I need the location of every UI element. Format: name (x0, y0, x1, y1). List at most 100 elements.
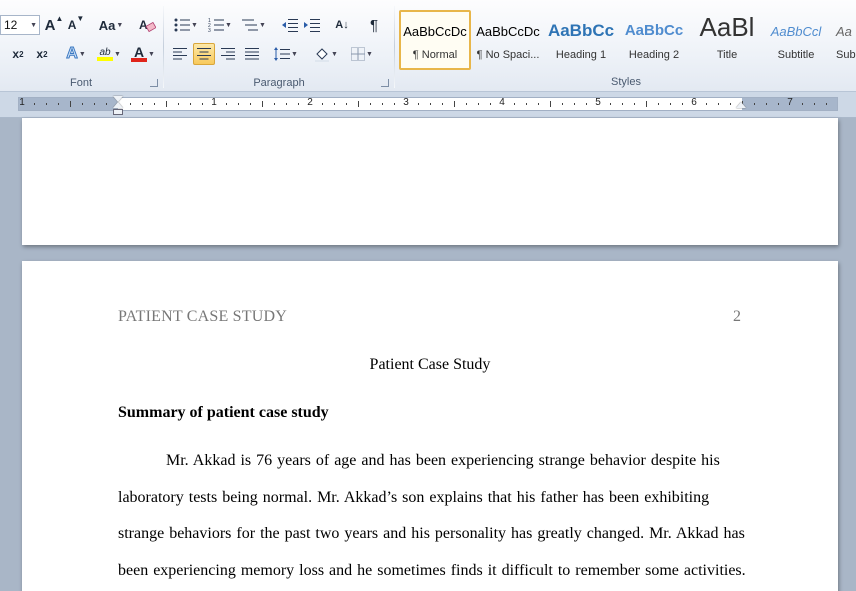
style-heading-1[interactable]: AaBbCc Heading 1 (545, 10, 617, 70)
right-indent-marker[interactable] (736, 102, 746, 108)
justify-button[interactable] (241, 43, 263, 65)
style-preview: AaBbCc (547, 21, 615, 40)
ruler-tick (166, 101, 167, 107)
center-align-button[interactable] (193, 43, 215, 65)
multilevel-list-button[interactable]: ▼ (239, 14, 269, 36)
style-heading-2[interactable]: AaBbCc Heading 2 (618, 10, 690, 70)
ruler-tick (550, 101, 551, 107)
decrease-indent-button[interactable] (279, 14, 301, 36)
ruler-tick (358, 101, 359, 107)
pilcrow-icon: ¶ (369, 16, 379, 34)
highlight-button[interactable]: ab ▼ (94, 43, 124, 65)
bullets-button[interactable]: ▼ (171, 14, 201, 36)
shrink-font-icon: A (67, 18, 77, 32)
ruler-tick (586, 103, 587, 105)
shrink-font-button[interactable]: A ▼ (66, 14, 86, 36)
sort-button[interactable]: A↓ (331, 14, 353, 36)
style-name: Sub (836, 49, 856, 61)
ruler-number: 1 (19, 97, 25, 108)
style-normal[interactable]: AaBbCcDc ¶ Normal (399, 10, 471, 70)
superscript-button[interactable]: x2 (32, 43, 52, 65)
subscript-button[interactable]: x2 (8, 43, 28, 65)
align-left-button[interactable] (169, 43, 191, 65)
ruler-tick (490, 103, 491, 105)
ruler-tick (718, 103, 719, 105)
highlight-icon: ab (99, 46, 111, 58)
align-left-icon (173, 48, 187, 60)
sort-icon: A↓ (335, 19, 349, 31)
font-dialog-launcher-icon[interactable] (150, 79, 158, 87)
ruler-tick (190, 103, 191, 105)
borders-icon (351, 47, 366, 61)
styles-gallery: AaBbCcDc ¶ Normal AaBbCcDc ¶ No Spaci...… (398, 10, 856, 70)
previous-page[interactable] (22, 118, 838, 245)
ruler-tick (34, 103, 35, 105)
ruler-tick (730, 103, 731, 105)
ruler-tick (178, 103, 179, 105)
style-name: Heading 2 (628, 49, 680, 61)
change-case-icon: Aa (98, 17, 116, 33)
ruler-tick (526, 103, 527, 105)
ruler-tick (658, 103, 659, 105)
ruler-number: 6 (691, 97, 697, 108)
highlight-color-bar (97, 56, 114, 61)
running-head: PATIENT CASE STUDY (118, 308, 287, 325)
text-effects-button[interactable]: A ▼ (62, 43, 90, 65)
grow-font-button[interactable]: A ▲ (44, 14, 64, 36)
font-size-box[interactable]: 12 ▼ (0, 15, 40, 35)
style-subtle-emphasis[interactable]: Aa Sub (832, 10, 856, 70)
ruler-number: 3 (403, 97, 409, 108)
style-no-spacing[interactable]: AaBbCcDc ¶ No Spaci... (472, 10, 544, 70)
horizontal-ruler[interactable]: 1 1 2 3 4 5 6 7 (18, 97, 838, 111)
document-page[interactable]: PATIENT CASE STUDY 2 Patient Case Study … (22, 261, 838, 591)
borders-button[interactable]: ▼ (347, 43, 377, 65)
numbering-icon: 123 (208, 18, 225, 32)
ruler-tick (106, 103, 107, 105)
ruler-tick (466, 103, 467, 105)
align-right-button[interactable] (217, 43, 239, 65)
group-divider (163, 6, 164, 88)
style-name: Title (716, 49, 738, 61)
increase-indent-icon (304, 19, 320, 32)
grow-font-icon: A (44, 16, 56, 34)
show-formatting-marks-button[interactable]: ¶ (363, 14, 385, 36)
style-title[interactable]: AaBl Title (691, 10, 763, 70)
left-indent-box[interactable] (113, 109, 123, 115)
shading-button[interactable]: ▼ (311, 43, 341, 65)
chevron-down-icon[interactable]: ▼ (30, 22, 37, 29)
ruler-tick (154, 103, 155, 105)
align-center-icon (197, 48, 211, 60)
ruler-tick (238, 103, 239, 105)
ruler-tick (298, 103, 299, 105)
hanging-indent-marker[interactable] (113, 102, 123, 108)
style-subtitle[interactable]: AaBbCcl Subtitle (760, 10, 832, 70)
ruler-tick (814, 103, 815, 105)
ruler-tick (478, 103, 479, 105)
paragraph-line: been experiencing memory loss and he som… (118, 562, 746, 579)
font-color-button[interactable]: A ▼ (128, 43, 158, 65)
ruler-tick (430, 103, 431, 105)
ruler-tick (202, 103, 203, 105)
increase-indent-button[interactable] (301, 14, 323, 36)
ruler-tick (754, 103, 755, 105)
ruler-tick (82, 103, 83, 105)
line-spacing-button[interactable]: ▼ (271, 43, 301, 65)
style-preview: AaBbCcDc (476, 24, 540, 39)
style-name: ¶ No Spaci... (476, 49, 540, 61)
text-effects-icon: A (66, 45, 79, 63)
font-color-icon: A (133, 44, 145, 60)
ruler-tick (538, 103, 539, 105)
styles-group-label: Styles (611, 76, 641, 88)
style-preview: Aa (836, 24, 852, 39)
change-case-button[interactable]: Aa ▼ (96, 14, 126, 36)
clear-formatting-button[interactable]: A (136, 14, 158, 36)
ruler-tick (574, 103, 575, 105)
style-preview: AaBbCcDc (403, 24, 467, 39)
numbering-button[interactable]: 1 2 3 ▼ (205, 14, 235, 36)
decrease-indent-icon (282, 19, 298, 32)
subscript-digit: 2 (19, 49, 24, 59)
ruler-tick (610, 103, 611, 105)
style-name: ¶ Normal (412, 49, 458, 61)
paragraph-dialog-launcher-icon[interactable] (381, 79, 389, 87)
ruler-tick (442, 103, 443, 105)
